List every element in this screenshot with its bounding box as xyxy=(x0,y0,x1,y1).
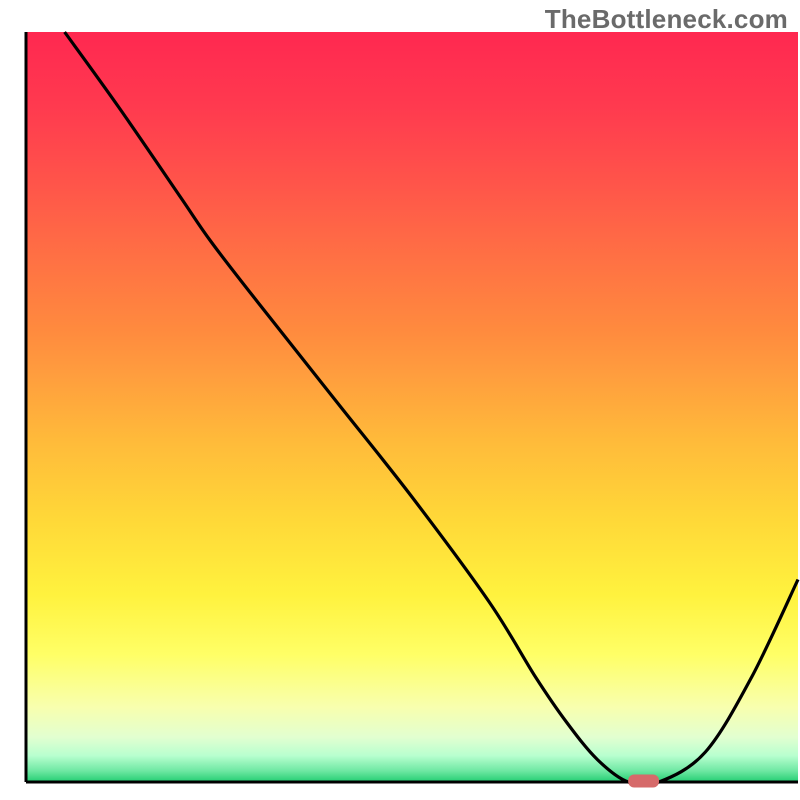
plot-background xyxy=(26,32,798,782)
watermark-label: TheBottleneck.com xyxy=(545,4,788,35)
optimal-range-marker xyxy=(628,775,659,788)
chart-container: TheBottleneck.com xyxy=(0,0,800,800)
bottleneck-chart xyxy=(0,0,800,800)
